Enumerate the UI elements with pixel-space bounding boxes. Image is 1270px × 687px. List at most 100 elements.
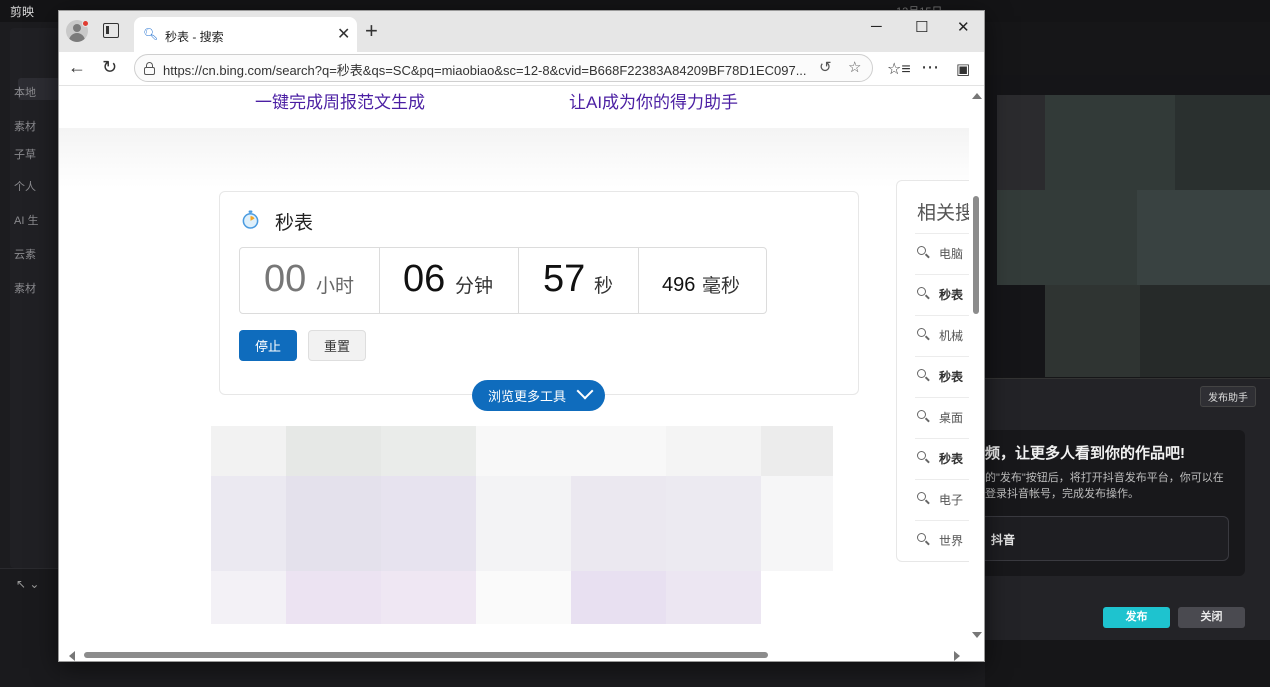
vertical-scrollbar[interactable]	[969, 86, 984, 649]
vertical-scroll-thumb[interactable]	[973, 196, 979, 314]
stop-button[interactable]: 停止	[239, 330, 297, 361]
video-preview	[985, 75, 1270, 377]
back-arrow-icon[interactable]: ←	[68, 57, 86, 78]
more-options-icon[interactable]: ⋯	[921, 57, 939, 78]
scroll-down-arrow-icon[interactable]	[972, 632, 982, 638]
favorite-star-icon[interactable]: ☆	[848, 58, 861, 76]
hours-unit: 小时	[316, 276, 355, 297]
related-searches-title: 相关搜	[917, 203, 969, 224]
search-icon	[917, 369, 926, 378]
related-search-item[interactable]: 秒表	[915, 438, 969, 479]
minutes-unit: 分钟	[455, 276, 494, 297]
browse-more-tools-button[interactable]: 浏览更多工具	[472, 380, 605, 411]
related-search-text: 机械	[939, 329, 964, 343]
related-search-item[interactable]: 秒表	[915, 274, 969, 315]
publish-title: 频，让更多人看到你的作品吧!	[985, 445, 1185, 462]
address-bar[interactable]: https://cn.bing.com/search?q=秒表&qs=SC&pq…	[134, 54, 873, 82]
publish-description: 的"发布"按钮后，将打开抖音发布平台，你可以在登录抖音帐号，完成发布操作。	[985, 472, 1224, 500]
tab-actions-icon[interactable]	[103, 23, 119, 38]
left-panel-item[interactable]: AI 生	[14, 212, 38, 228]
stopwatch-card: 秒表 00 小时 06 分钟 57 秒 496 毫秒 停止 重置	[219, 191, 859, 395]
stopwatch-icon	[242, 210, 259, 229]
related-search-item[interactable]: 电脑	[915, 233, 969, 274]
related-search-item[interactable]: 电子	[915, 479, 969, 520]
related-search-text: 电子	[939, 493, 964, 507]
minutes-value: 06	[403, 258, 446, 300]
scroll-left-arrow-icon[interactable]	[69, 651, 75, 661]
left-panel-item[interactable]: 云素	[14, 246, 36, 262]
related-search-text: 秒表	[939, 452, 964, 466]
select-tool-icon[interactable]: ↖ ⌄	[16, 577, 39, 591]
horizontal-scroll-thumb[interactable]	[84, 652, 768, 658]
publish-button[interactable]: 发布	[1103, 607, 1170, 628]
milliseconds-value: 496	[662, 274, 696, 296]
hours-cell: 00 小时	[240, 248, 380, 313]
reset-button[interactable]: 重置	[308, 330, 366, 361]
search-icon: 🔍︎	[143, 27, 159, 41]
new-tab-button[interactable]: +	[365, 18, 378, 44]
close-dialog-button[interactable]: 关闭	[1178, 607, 1245, 628]
search-icon	[917, 533, 926, 542]
banner-link[interactable]: 一键完成周报范文生成	[255, 88, 425, 113]
related-search-item[interactable]: 秒表	[915, 356, 969, 397]
seconds-cell: 57 秒	[519, 248, 639, 313]
minimize-button[interactable]: ─	[871, 18, 882, 35]
scroll-right-arrow-icon[interactable]	[954, 651, 960, 661]
lock-icon[interactable]	[144, 62, 155, 75]
minutes-cell: 06 分钟	[380, 248, 519, 313]
search-icon	[917, 492, 926, 501]
banner-divider	[59, 128, 969, 188]
left-panel-item[interactable]: 素材	[14, 118, 36, 134]
related-search-text: 桌面	[939, 411, 964, 425]
seconds-value: 57	[543, 258, 586, 300]
refresh-icon[interactable]: ↻	[102, 57, 117, 78]
search-icon	[917, 451, 926, 460]
banner-link[interactable]: 让AI成为你的得力助手	[569, 88, 738, 113]
search-icon	[917, 328, 926, 337]
tab-bar: 🔍︎ 秒表 - 搜索 ✕ + ─ ☐ ✕	[59, 11, 984, 52]
stopwatch-title: 秒表	[275, 213, 314, 234]
stopwatch-display: 00 小时 06 分钟 57 秒 496 毫秒	[239, 247, 767, 314]
left-panel-item[interactable]: 本地	[14, 84, 36, 100]
related-searches-panel: 相关搜 电脑 秒表 机械 秒表 桌面 秒表 电子 世界	[896, 180, 969, 562]
page-viewport: 一键完成周报范文生成 让AI成为你的得力助手 秒表 00 小时 06 分钟 57…	[59, 86, 969, 649]
favorites-list-icon[interactable]: ☆≡	[887, 59, 911, 79]
related-search-text: 秒表	[939, 288, 964, 302]
browser-toolbar: ← ↻ https://cn.bing.com/search?q=秒表&qs=S…	[59, 52, 984, 86]
milliseconds-cell: 496 毫秒	[639, 248, 766, 313]
sidebar-toggle-icon[interactable]: ▣	[956, 60, 970, 78]
left-panel-item[interactable]: 子草	[14, 146, 36, 162]
left-panel-item[interactable]: 素材	[14, 280, 36, 296]
search-icon	[917, 287, 926, 296]
douyin-platform-option[interactable]: 抖音	[985, 516, 1229, 561]
milliseconds-unit: 毫秒	[702, 276, 741, 297]
close-window-button[interactable]: ✕	[957, 18, 970, 36]
pixelated-content	[211, 426, 833, 624]
search-icon	[917, 410, 926, 419]
scroll-up-arrow-icon[interactable]	[972, 93, 982, 99]
maximize-button[interactable]: ☐	[915, 18, 928, 36]
ad-banner: 一键完成周报范文生成 让AI成为你的得力助手	[59, 86, 969, 128]
horizontal-scrollbar[interactable]	[59, 649, 969, 661]
close-tab-icon[interactable]: ✕	[337, 24, 350, 44]
notification-dot	[82, 20, 89, 27]
hours-value: 00	[264, 258, 307, 300]
related-search-text: 电脑	[939, 247, 964, 261]
chevron-down-icon	[576, 382, 594, 400]
tab-active[interactable]: 🔍︎ 秒表 - 搜索 ✕	[134, 17, 357, 52]
url-text[interactable]: https://cn.bing.com/search?q=秒表&qs=SC&pq…	[163, 60, 813, 79]
related-search-text: 世界	[939, 534, 964, 548]
app-logo: 剪映	[10, 5, 35, 19]
more-tools-label: 浏览更多工具	[488, 389, 567, 404]
translate-icon[interactable]: ↺	[819, 58, 832, 76]
publish-assistant-button[interactable]: 发布助手	[1200, 386, 1256, 407]
search-icon	[917, 246, 926, 255]
related-search-item[interactable]: 机械	[915, 315, 969, 356]
related-search-text: 秒表	[939, 370, 964, 384]
douyin-label: 抖音	[991, 533, 1016, 547]
related-search-item[interactable]: 桌面	[915, 397, 969, 438]
browser-window: 🔍︎ 秒表 - 搜索 ✕ + ─ ☐ ✕ ← ↻ https://cn.bing…	[58, 10, 985, 662]
left-panel-item[interactable]: 个人	[14, 178, 36, 194]
seconds-unit: 秒	[594, 276, 614, 297]
related-search-item[interactable]: 世界	[915, 520, 969, 561]
